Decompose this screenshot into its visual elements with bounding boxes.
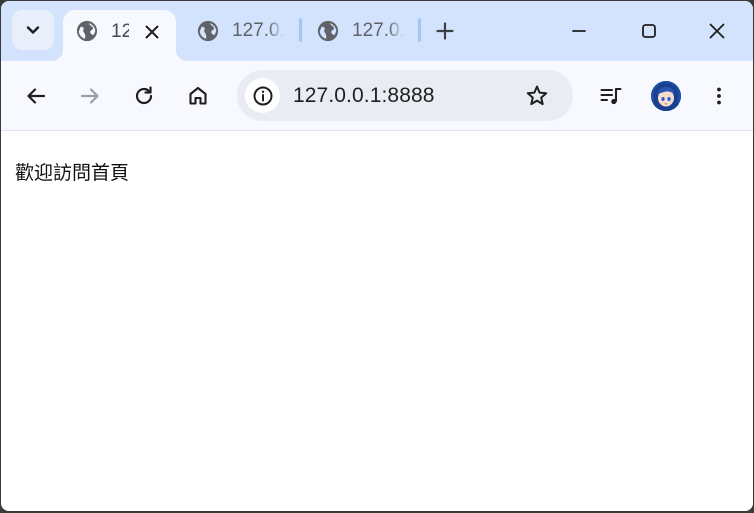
- globe-icon: [197, 20, 219, 42]
- maximize-icon[interactable]: [637, 19, 661, 43]
- url-text[interactable]: 127.0.0.1:8888: [293, 84, 435, 108]
- address-bar[interactable]: 127.0.0.1:8888: [237, 70, 573, 121]
- arrow-right-icon[interactable]: [77, 83, 103, 109]
- profile-avatar-icon: [651, 81, 681, 111]
- globe-icon: [317, 20, 339, 42]
- close-window-icon[interactable]: [705, 19, 729, 43]
- tab-3[interactable]: 127.0.0.1:8888: [304, 11, 414, 51]
- chevron-down-icon: [26, 26, 40, 34]
- media-control-icon[interactable]: [598, 83, 624, 109]
- tab-active[interactable]: 127.0.0.1:8888: [51, 10, 188, 61]
- tab-title: 127.0.0.1:8888: [232, 20, 284, 41]
- arrow-left-icon[interactable]: [23, 83, 49, 109]
- tab-strip: 127.0.0.1:8888 127.0.0.1:8888 127.0.0.1:…: [1, 1, 753, 61]
- tab-2[interactable]: 127.0.0.1:8888: [184, 11, 294, 51]
- home-icon[interactable]: [185, 83, 211, 109]
- welcome-text: 歡迎訪問首頁: [15, 162, 130, 184]
- minimize-icon[interactable]: [567, 19, 591, 43]
- page-content: 歡迎訪問首頁: [1, 131, 753, 511]
- plus-icon[interactable]: [433, 19, 457, 43]
- avatar[interactable]: [651, 81, 681, 111]
- reload-icon[interactable]: [131, 83, 157, 109]
- info-icon: [253, 86, 272, 105]
- tab-separator: [418, 18, 421, 42]
- tab-separator: [299, 18, 302, 42]
- more-vertical-icon[interactable]: [706, 83, 732, 109]
- globe-icon: [76, 20, 98, 42]
- site-info-button[interactable]: [245, 78, 280, 113]
- navigation-toolbar: 127.0.0.1:8888: [1, 61, 753, 131]
- star-icon[interactable]: [524, 83, 550, 109]
- close-icon[interactable]: [140, 20, 164, 44]
- tab-title: 127.0.0.1:8888: [111, 21, 129, 42]
- tab-search-button[interactable]: [12, 10, 54, 50]
- tab-title: 127.0.0.1:8888: [352, 20, 404, 41]
- browser-window: 127.0.0.1:8888 127.0.0.1:8888 127.0.0.1:…: [1, 1, 753, 511]
